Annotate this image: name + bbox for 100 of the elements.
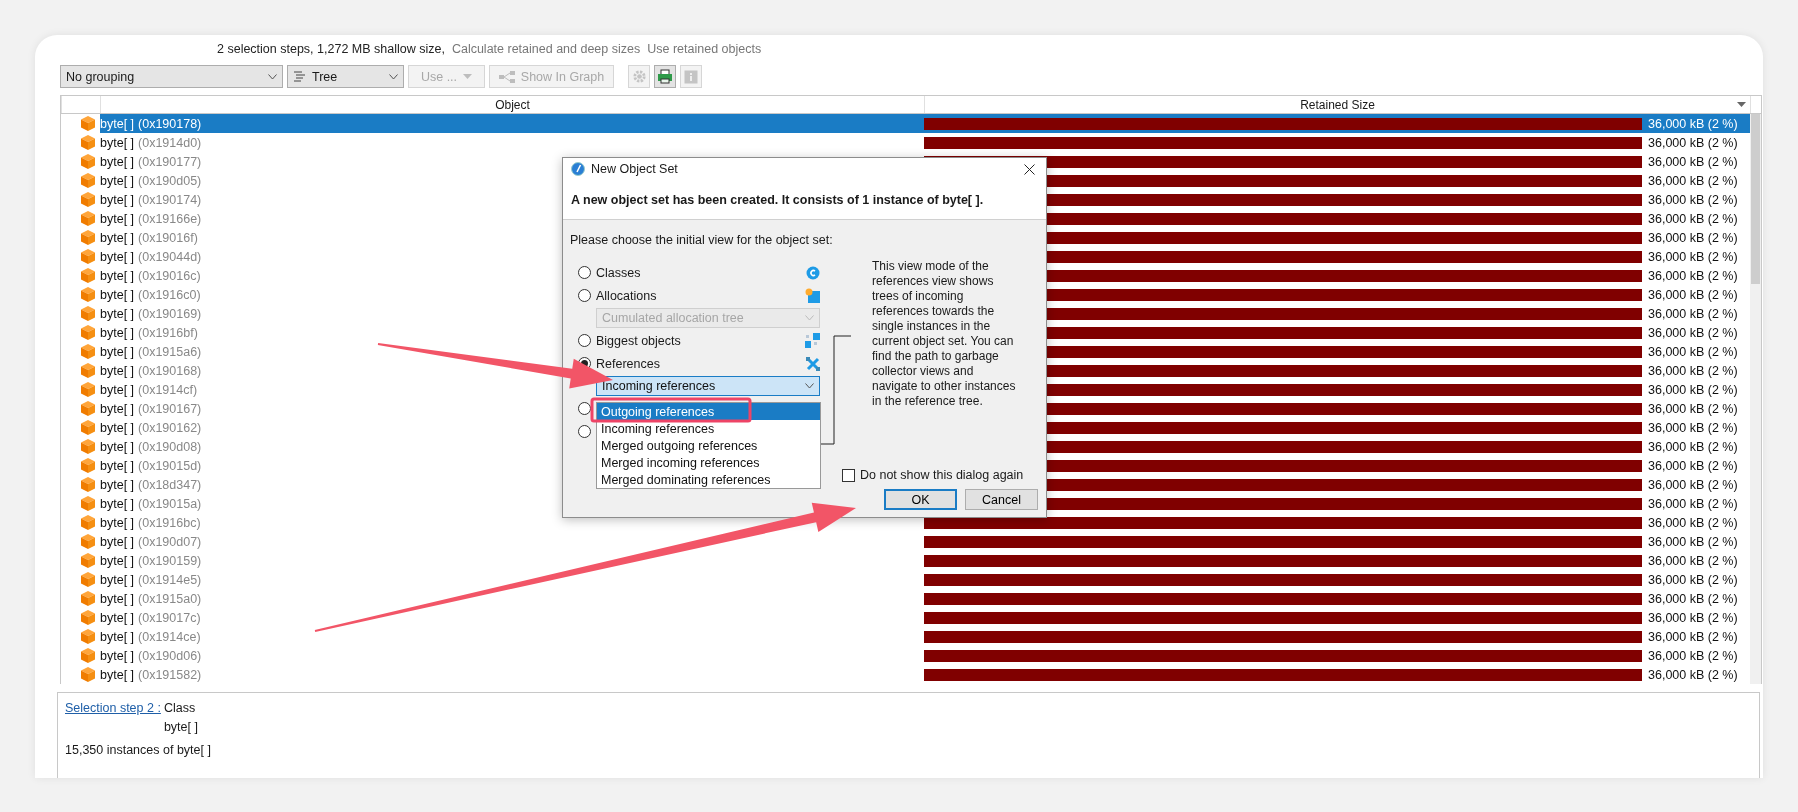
object-name[interactable]: byte[ ] [100, 667, 135, 682]
cube-icon [81, 325, 95, 340]
retained-size: 36,000 kB (2 %) [1648, 515, 1738, 530]
radio-label[interactable]: Classes [596, 265, 801, 280]
object-address: (0x190d08) [138, 439, 202, 454]
object-name[interactable]: byte[ ] [100, 629, 135, 644]
retained-size: 36,000 kB (2 %) [1648, 135, 1738, 150]
checkbox[interactable] [842, 468, 855, 482]
retained-size: 36,000 kB (2 %) [1648, 325, 1738, 340]
object-address: (0x190162) [138, 420, 202, 435]
retained-size: 36,000 kB (2 %) [1648, 477, 1738, 492]
object-name[interactable]: byte[ ] [100, 477, 135, 492]
retained-size: 36,000 kB (2 %) [1648, 116, 1738, 131]
object-address: (0x190d07) [138, 534, 202, 549]
retained-size: 36,000 kB (2 %) [1648, 439, 1738, 454]
dialog-prompt: Please choose the initial view for the object set: [570, 232, 834, 249]
cube-icon [81, 648, 95, 663]
radio-label[interactable]: Allocations [596, 288, 800, 303]
blocks-icon [805, 333, 820, 348]
cube-icon [81, 496, 95, 511]
cube-icon [81, 553, 95, 568]
object-name[interactable]: byte[ ] [100, 572, 135, 587]
object-name[interactable]: byte[ ] [100, 344, 135, 359]
object-address: (0x19044d) [138, 249, 202, 264]
radio-button[interactable] [578, 266, 591, 279]
view-dropdown[interactable]: Tree [287, 65, 404, 88]
object-name[interactable]: byte[ ] [100, 534, 135, 549]
scrollbar[interactable] [1750, 114, 1761, 684]
retained-size: 36,000 kB (2 %) [1648, 230, 1738, 245]
column-header[interactable]: Object [100, 96, 924, 113]
detail-label: Class [163, 701, 197, 715]
radio-label[interactable]: References [596, 356, 801, 371]
object-name[interactable]: byte[ ] [100, 648, 135, 663]
object-name[interactable]: byte[ ] [100, 268, 135, 283]
object-name[interactable]: byte[ ] [100, 553, 135, 568]
cube-icon [81, 116, 95, 131]
object-address: (0x190d05) [138, 173, 202, 188]
cube-icon [81, 477, 95, 492]
radio-button[interactable] [578, 425, 591, 438]
object-name[interactable]: byte[ ] [100, 515, 135, 530]
radio-button[interactable] [578, 289, 591, 302]
dialog-title: New Object Set [591, 162, 679, 176]
object-name[interactable]: byte[ ] [100, 496, 135, 511]
view-description: This view mode of the references view shows trees of incoming references towards the single instances in the current object set. You can find the path to garbage collector views and navigate to other instances in the reference tree. [872, 259, 1017, 409]
graph-icon [498, 70, 515, 83]
selection-step-link[interactable]: Selection step 2 : [65, 701, 161, 715]
object-name[interactable]: byte[ ] [100, 420, 135, 435]
object-name[interactable]: byte[ ] [100, 458, 135, 473]
object-name[interactable]: byte[ ] [100, 154, 135, 169]
object-name[interactable]: byte[ ] [100, 249, 135, 264]
radio-label[interactable]: Biggest objects [596, 333, 800, 348]
cube-icon [81, 211, 95, 226]
object-name[interactable]: byte[ ] [100, 306, 135, 321]
cube-icon [81, 287, 95, 302]
view-dropdown[interactable]: Incoming references [596, 376, 820, 396]
cube-icon [81, 610, 95, 625]
retained-size: 36,000 kB (2 %) [1648, 420, 1738, 435]
toolbar-icon-button[interactable] [654, 65, 676, 88]
object-name[interactable]: byte[ ] [100, 287, 135, 302]
action-link[interactable]: Calculate retained and deep sizes [451, 42, 641, 56]
object-address: (0x190167) [138, 401, 202, 416]
radio-button[interactable] [578, 334, 591, 347]
object-name[interactable]: byte[ ] [100, 116, 135, 131]
object-name[interactable]: byte[ ] [100, 363, 135, 378]
object-name[interactable]: byte[ ] [100, 211, 135, 226]
retained-size: 36,000 kB (2 %) [1648, 382, 1738, 397]
object-name[interactable]: byte[ ] [100, 192, 135, 207]
object-name[interactable]: byte[ ] [100, 439, 135, 454]
grouping-dropdown[interactable]: No grouping [60, 65, 283, 88]
object-name[interactable]: byte[ ] [100, 135, 135, 150]
object-address: (0x19016c) [138, 268, 201, 283]
cancel-button[interactable]: Cancel [965, 489, 1038, 510]
object-name[interactable]: byte[ ] [100, 401, 135, 416]
object-name[interactable]: byte[ ] [100, 173, 135, 188]
dropdown-option[interactable]: Outgoing references [597, 403, 820, 420]
cross-arrows-icon [806, 356, 820, 371]
app-icon [571, 162, 585, 176]
object-name[interactable]: byte[ ] [100, 591, 135, 606]
object-name[interactable]: byte[ ] [100, 325, 135, 340]
cube-icon [81, 344, 95, 359]
cube-icon [81, 591, 95, 606]
class-icon [806, 265, 820, 280]
checkbox-label[interactable]: Do not show this dialog again [860, 468, 1024, 482]
retained-size: 36,000 kB (2 %) [1648, 173, 1738, 188]
action-link[interactable]: Use retained objects [647, 42, 762, 56]
object-address: (0x190169) [138, 306, 202, 321]
object-name[interactable]: byte[ ] [100, 230, 135, 245]
allocation-icon [805, 288, 820, 303]
cube-icon [81, 135, 95, 150]
chevron-down-icon [389, 73, 398, 80]
radio-button[interactable] [578, 402, 591, 415]
retained-size: 36,000 kB (2 %) [1648, 667, 1738, 682]
object-name[interactable]: byte[ ] [100, 610, 135, 625]
retained-size: 36,000 kB (2 %) [1648, 591, 1738, 606]
object-address: (0x191582) [138, 667, 202, 682]
object-name[interactable]: byte[ ] [100, 382, 135, 397]
printer-icon [657, 69, 673, 84]
object-address: (0x1914d0) [138, 135, 202, 150]
cube-icon [81, 439, 95, 454]
ok-button[interactable]: OK [884, 489, 957, 510]
